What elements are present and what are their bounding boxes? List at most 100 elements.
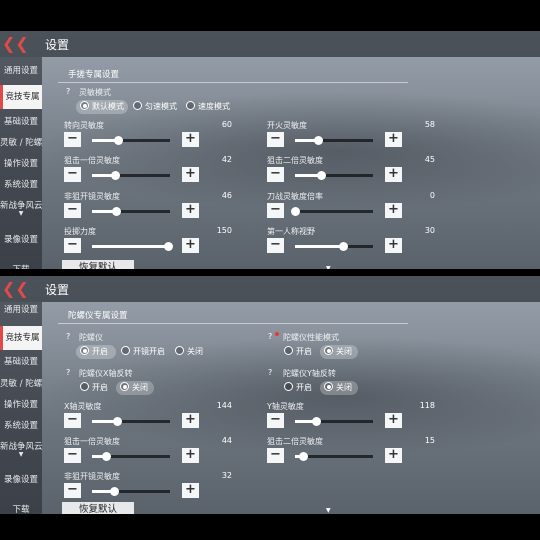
gyro-option-scope-on[interactable]: 开镜开启 [121, 346, 165, 358]
sidebar-item-competitive[interactable]: 竞技专属 [0, 326, 42, 350]
increase-button[interactable]: + [182, 203, 199, 218]
slider-handle[interactable] [313, 136, 323, 145]
sidebar-item-controls[interactable]: 操作设置 [0, 156, 42, 172]
sidebar-item-system[interactable]: 系统设置 [0, 418, 42, 434]
help-icon[interactable]: ? [268, 368, 272, 377]
slider-track[interactable] [92, 136, 170, 145]
decrease-button[interactable]: − [64, 483, 81, 498]
slider-handle[interactable] [109, 487, 119, 496]
increase-button[interactable]: + [182, 448, 199, 463]
increase-button[interactable]: + [385, 167, 402, 182]
decrease-button[interactable]: − [64, 413, 81, 428]
mode-option-speed[interactable]: 速度模式 [186, 101, 230, 113]
decrease-button[interactable]: − [267, 132, 284, 147]
sidebar-item-sensitivity[interactable]: 灵敏 / 陀螺 [0, 376, 42, 392]
increase-button[interactable]: + [385, 448, 402, 463]
help-icon[interactable]: ? [66, 332, 70, 341]
sidebar-item-general[interactable]: 通用设置 [0, 63, 42, 79]
gyro-performance-option-on[interactable]: 开启 [284, 346, 312, 358]
increase-button[interactable]: + [385, 238, 402, 253]
slider-handle[interactable] [113, 136, 123, 145]
help-icon[interactable]: ? [66, 87, 70, 96]
help-icon[interactable]: ? [268, 332, 272, 341]
slider-handle[interactable] [112, 417, 122, 426]
slider-handle[interactable] [298, 452, 308, 461]
increase-button[interactable]: + [182, 132, 199, 147]
slider-handle[interactable] [316, 171, 326, 180]
sidebar-item-controls[interactable]: 操作设置 [0, 397, 42, 413]
slider-track[interactable] [295, 171, 373, 180]
sidebar-item-competitive[interactable]: 竞技专属 [0, 85, 42, 109]
sidebar-item-system[interactable]: 系统设置 [0, 177, 42, 193]
slider-track[interactable] [295, 417, 373, 426]
increase-button[interactable]: + [385, 203, 402, 218]
slider-value: 44 [221, 436, 232, 445]
slider-track[interactable] [295, 452, 373, 461]
slider-track[interactable] [92, 242, 174, 251]
slider-track[interactable] [92, 452, 170, 461]
slider-label: 狙击二倍灵敏度 [267, 156, 323, 165]
sidebar: 通用设置 竞技专属 基础设置 灵敏 / 陀螺 操作设置 系统设置 新战争风云 ▼ … [0, 57, 43, 269]
mode-option-default[interactable]: 默认模式 [80, 101, 124, 113]
slider-track[interactable] [295, 136, 373, 145]
decrease-button[interactable]: − [64, 132, 81, 147]
increase-button[interactable]: + [182, 413, 199, 428]
gyro-performance-option-off[interactable]: 关闭 [324, 346, 352, 358]
reset-default-button[interactable]: 恢复默认 [62, 502, 134, 514]
decrease-button[interactable]: − [267, 448, 284, 463]
slider-handle[interactable] [102, 452, 112, 461]
sidebar-item-download[interactable]: 下载 [0, 502, 42, 514]
slider-handle[interactable] [110, 171, 120, 180]
decrease-button[interactable]: − [267, 238, 284, 253]
scroll-down-icon[interactable]: ▼ [326, 265, 331, 269]
slider-track[interactable] [92, 487, 170, 496]
increase-button[interactable]: + [385, 132, 402, 147]
back-arrow-icon[interactable]: ❮❮ [2, 279, 29, 299]
scroll-down-icon[interactable]: ▼ [326, 507, 331, 514]
slider-track[interactable] [92, 207, 170, 216]
gyro-y-invert-option-off[interactable]: 关闭 [324, 382, 352, 394]
increase-button[interactable]: + [182, 483, 199, 498]
slider-handle[interactable] [291, 207, 300, 216]
mode-option-constant[interactable]: 匀速模式 [133, 101, 177, 113]
sidebar-item-new-war[interactable]: 新战争风云 ▼ [0, 439, 43, 462]
slider-label: 狙击二倍灵敏度 [267, 437, 323, 446]
sidebar-item-sensitivity[interactable]: 灵敏 / 陀螺 [0, 135, 42, 151]
decrease-button[interactable]: − [267, 413, 284, 428]
top-bar: ❮❮ 设置 [0, 31, 540, 57]
sidebar-item-replay[interactable]: 录像设置 [0, 232, 42, 248]
slider-label: 第一人称视野 [267, 227, 315, 236]
decrease-button[interactable]: − [64, 203, 81, 218]
help-icon[interactable]: ? [66, 368, 70, 377]
sidebar-item-download[interactable]: 下载 [0, 262, 42, 269]
slider-track[interactable] [295, 242, 373, 251]
back-arrow-icon[interactable]: ❮❮ [2, 34, 29, 54]
decrease-button[interactable]: − [64, 238, 81, 253]
decrease-button[interactable]: − [64, 167, 81, 182]
gyro-x-invert-option-off[interactable]: 关闭 [120, 382, 148, 394]
slider-track[interactable] [291, 207, 373, 216]
sidebar-item-replay[interactable]: 录像设置 [0, 472, 42, 488]
slider-value: 15 [424, 436, 435, 445]
slider-label: X轴灵敏度 [64, 402, 102, 411]
increase-button[interactable]: + [385, 413, 402, 428]
slider-track[interactable] [92, 171, 170, 180]
gyro-y-invert-option-on[interactable]: 开启 [284, 382, 312, 394]
slider-track[interactable] [92, 417, 170, 426]
decrease-button[interactable]: − [267, 203, 284, 218]
gyro-option-off[interactable]: 关闭 [175, 346, 203, 358]
settings-panel: 陀螺仪专属设置 [58, 305, 408, 514]
gyro-x-invert-option-on[interactable]: 开启 [80, 382, 108, 394]
increase-button[interactable]: + [182, 238, 199, 253]
gyro-x-invert-label: 陀螺仪X轴反转 [79, 369, 133, 378]
reset-default-button[interactable]: 恢复默认 [62, 260, 134, 269]
decrease-button[interactable]: − [267, 167, 284, 182]
sidebar-item-new-war[interactable]: 新战争风云 ▼ [0, 198, 43, 221]
decrease-button[interactable]: − [64, 448, 81, 463]
sidebar-item-basic[interactable]: 基础设置 [0, 114, 42, 130]
gyro-option-on[interactable]: 开启 [80, 346, 108, 358]
sidebar-item-general[interactable]: 通用设置 [0, 302, 42, 318]
sidebar-item-basic[interactable]: 基础设置 [0, 354, 42, 370]
slider-handle[interactable] [312, 417, 322, 426]
increase-button[interactable]: + [182, 167, 199, 182]
